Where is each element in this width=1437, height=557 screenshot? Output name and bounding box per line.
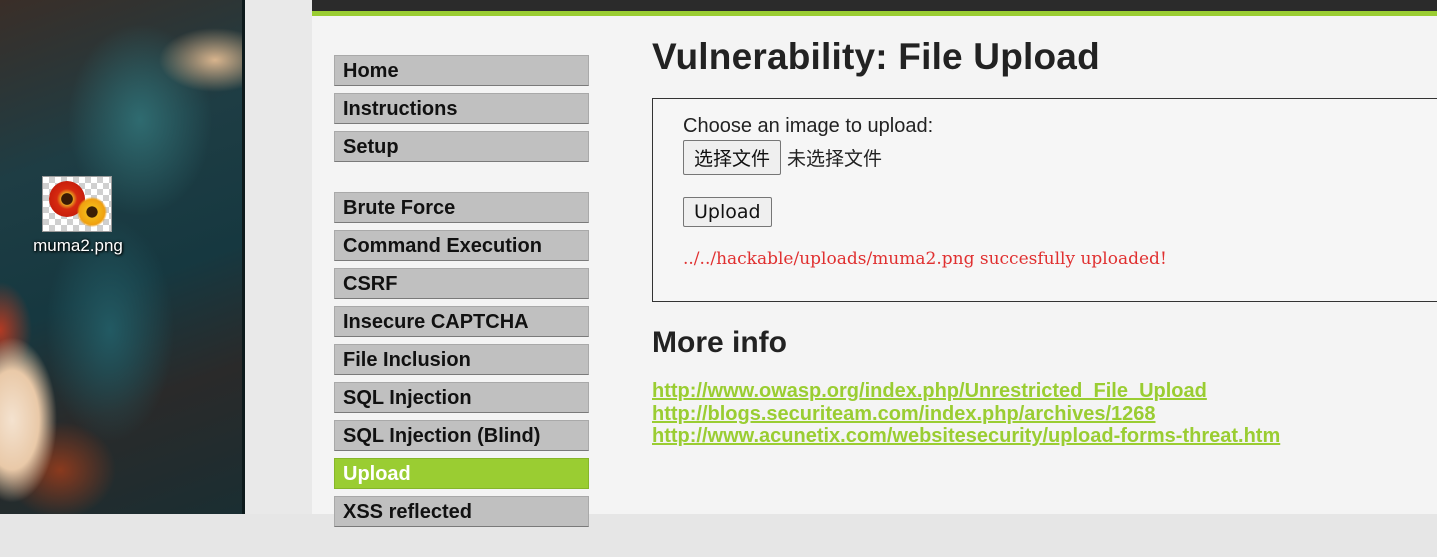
menu-item-xss-reflected[interactable]: XSS reflected (334, 496, 589, 527)
page-gutter (245, 0, 312, 514)
menu-item-upload[interactable]: Upload (334, 458, 589, 489)
page-title: Vulnerability: File Upload (652, 36, 1100, 77)
desktop-file-icon[interactable]: muma2.png (18, 176, 138, 256)
more-info-heading: More info (652, 326, 787, 359)
menu-group-vulnerabilities: Brute Force Command Execution CSRF Insec… (334, 192, 589, 527)
side-menu: Home Instructions Setup Brute Force Comm… (334, 55, 589, 557)
menu-item-instructions[interactable]: Instructions (334, 93, 589, 124)
desktop-file-label: muma2.png (33, 236, 123, 255)
menu-item-sql-injection[interactable]: SQL Injection (334, 382, 589, 413)
menu-item-csrf[interactable]: CSRF (334, 268, 589, 299)
upload-result-message: ../../hackable/uploads/muma2.png succesf… (683, 249, 1167, 269)
upload-button[interactable]: Upload (683, 197, 772, 227)
upload-prompt: Choose an image to upload: (683, 115, 934, 137)
upload-form-box: Choose an image to upload: 选择文件 未选择文件 Up… (652, 98, 1437, 302)
file-input: 选择文件 未选择文件 (683, 140, 1437, 175)
menu-item-home[interactable]: Home (334, 55, 589, 86)
desktop-wallpaper: muma2.png (0, 0, 245, 514)
menu-item-insecure-captcha[interactable]: Insecure CAPTCHA (334, 306, 589, 337)
dvwa-container: Home Instructions Setup Brute Force Comm… (312, 0, 1437, 527)
image-file-icon (42, 176, 112, 232)
menu-item-brute-force[interactable]: Brute Force (334, 192, 589, 223)
header-bar (312, 0, 1437, 11)
upload-row: Upload (683, 197, 1437, 227)
menu-group-main: Home Instructions Setup (334, 55, 589, 162)
no-file-label: 未选择文件 (787, 148, 883, 170)
more-info-links: http://www.owasp.org/index.php/Unrestric… (652, 380, 1437, 448)
menu-item-command-execution[interactable]: Command Execution (334, 230, 589, 261)
link-owasp[interactable]: http://www.owasp.org/index.php/Unrestric… (652, 380, 1437, 403)
choose-file-button[interactable]: 选择文件 (683, 140, 782, 175)
menu-item-file-inclusion[interactable]: File Inclusion (334, 344, 589, 375)
menu-item-setup[interactable]: Setup (334, 131, 589, 162)
link-acunetix[interactable]: http://www.acunetix.com/websitesecurity/… (652, 425, 1437, 448)
main-content: Vulnerability: File Upload Choose an ima… (652, 36, 1437, 448)
link-securiteam[interactable]: http://blogs.securiteam.com/index.php/ar… (652, 403, 1437, 426)
browser-page: Home Instructions Setup Brute Force Comm… (245, 0, 1437, 527)
header-accent-bar (312, 11, 1437, 16)
menu-item-sql-injection-blind[interactable]: SQL Injection (Blind) (334, 420, 589, 451)
